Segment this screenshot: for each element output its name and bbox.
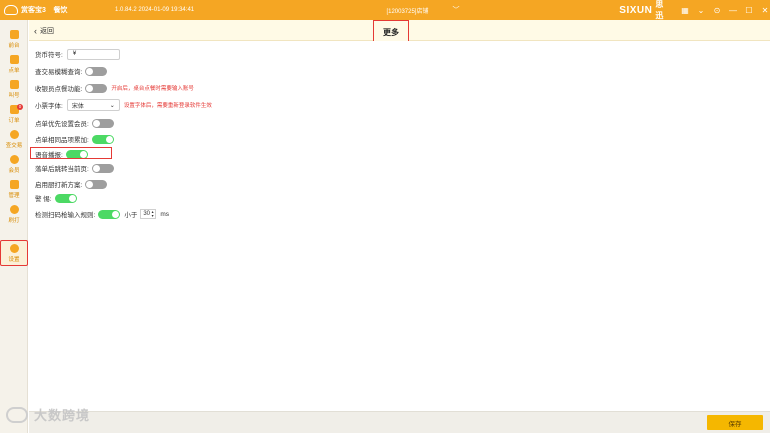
sidebar-item-label: 刷打 — [8, 217, 20, 224]
less-than-label: 小于 — [124, 212, 138, 219]
scan-rule-stepper[interactable]: 30 ▲ ▼ — [140, 209, 157, 219]
watermark-logo-icon — [6, 406, 28, 423]
brand-logo-cn: 思迅 — [655, 0, 664, 20]
app-logo: 赏客宝3 — [4, 5, 53, 15]
setting-label: 检测扫码枪输入规则: — [35, 212, 96, 219]
sidebar-item-orders[interactable]: 0 订单 — [0, 101, 28, 127]
setting-hint: 开启后，桌台点餐时需要输入账号 — [111, 86, 194, 92]
settings-panel: 货币符号: ¥ 查交易模糊查询: 收银员点餐功能: 开启后，桌台点餐时需要输入账… — [29, 41, 770, 411]
gear-icon — [9, 243, 19, 253]
grid-icon[interactable]: ▦ — [680, 6, 690, 15]
bell-icon — [9, 79, 19, 89]
chevron-down-icon[interactable]: ⌄ — [696, 6, 706, 15]
jump-after-order-toggle[interactable] — [91, 163, 114, 173]
chevron-down-icon: ﹀ — [452, 7, 460, 14]
setting-label: 落单后跳转当前页: — [35, 166, 89, 173]
sidebar-item-transactions[interactable]: 查交易 — [0, 126, 28, 152]
version-time: 1.0.84.2 2024-01-09 19:34:41 — [115, 7, 195, 13]
receipt-font-select[interactable]: 宋体 ⌄ — [66, 99, 120, 111]
setting-receipt-font: 小票字体: 宋体 ⌄ 设置字体后，需要重新登录软件生效 — [35, 99, 212, 111]
sidebar-item-manage[interactable]: 管理 — [0, 176, 28, 202]
setting-jump-after-order: 落单后跳转当前页: — [35, 162, 114, 174]
sidebar-item-label: 查交易 — [5, 142, 23, 149]
back-button[interactable]: ‹ 返回 — [34, 26, 54, 36]
kitchen-print-toggle[interactable] — [85, 179, 108, 189]
sidebar-item-print[interactable]: 刷打 — [0, 201, 28, 227]
calculator-icon — [9, 179, 19, 189]
window-controls: ▦ ⌄ ⊙ — ☐ ✕ — [680, 6, 770, 15]
setting-label: 点单相同品项累加: — [35, 137, 89, 144]
cashier-order-toggle[interactable] — [85, 83, 108, 93]
setting-scan-rule: 检测扫码枪输入规则: 小于 30 ▲ ▼ ms — [35, 208, 169, 220]
order-badge: 0 — [17, 104, 23, 110]
maximize-icon[interactable]: ☐ — [744, 6, 754, 15]
footer-bar: 保存 — [29, 411, 770, 433]
watermark-text: 大数跨境 — [34, 408, 91, 423]
chevron-left-icon: ‹ — [34, 25, 37, 36]
chevron-down-icon: ⌄ — [109, 102, 115, 109]
sidebar-item-label: 叫号 — [8, 92, 20, 99]
sidebar-item-label: 点单 — [8, 67, 20, 74]
lock-icon[interactable]: ⊙ — [712, 6, 722, 15]
sidebar-item-label: 设置 — [8, 256, 20, 263]
back-label: 返回 — [40, 28, 54, 35]
setting-kitchen-print: 启用厨打新方案: — [35, 178, 108, 190]
setting-label: 收银员点餐功能: — [35, 86, 83, 93]
setting-label: 小票字体: — [35, 103, 63, 110]
setting-warning: 警 惕: — [35, 192, 77, 204]
setting-fuzzy-query: 查交易模糊查询: — [35, 65, 108, 77]
spinner-arrows-icon[interactable]: ▲ ▼ — [151, 210, 154, 218]
scan-rule-toggle[interactable] — [98, 209, 121, 219]
sidebar-item-label: 前台 — [8, 42, 20, 49]
member-first-toggle[interactable] — [91, 118, 114, 128]
warning-toggle[interactable] — [54, 193, 77, 203]
sidebar-item-front[interactable]: 前台 — [0, 26, 28, 52]
clock-icon — [9, 204, 19, 214]
sidebar: 前台 点单 叫号 0 订单 查交易 会员 管理 刷打 设置 — [0, 20, 28, 433]
fuzzy-query-toggle[interactable] — [85, 66, 108, 76]
store-selector[interactable]: [12003725]店铺 ﹀ — [386, 5, 615, 15]
save-button[interactable]: 保存 — [707, 415, 763, 430]
sidebar-item-label: 订单 — [8, 117, 20, 124]
setting-label: 启用厨打新方案: — [35, 182, 83, 189]
setting-label: 查交易模糊查询: — [35, 69, 83, 76]
business-mode: 餐饮 — [53, 7, 68, 14]
brand-logo-en: SIXUN — [619, 4, 653, 16]
close-icon[interactable]: ✕ — [760, 6, 770, 15]
setting-currency: 货币符号: ¥ — [35, 48, 120, 60]
shop-icon — [9, 29, 19, 39]
search-icon — [9, 129, 19, 139]
sidebar-item-call[interactable]: 叫号 — [0, 76, 28, 102]
setting-label: 警 惕: — [35, 196, 52, 203]
sidebar-item-settings[interactable]: 设置 — [0, 240, 28, 266]
setting-member-first: 点单优先设置会员: — [35, 117, 114, 129]
sidebar-item-order[interactable]: 点单 — [0, 51, 28, 77]
minimize-icon[interactable]: — — [728, 6, 738, 15]
cloud-icon — [4, 5, 18, 15]
cart-icon — [9, 54, 19, 64]
setting-hint: 设置字体后，需要重新登录软件生效 — [123, 103, 212, 109]
stepper-value: 30 — [143, 211, 150, 217]
sidebar-item-member[interactable]: 会员 — [0, 151, 28, 177]
currency-input[interactable]: ¥ — [66, 48, 120, 60]
setting-merge-items: 点单相同品项累加: — [35, 133, 114, 145]
app-name: 赏客宝3 — [21, 7, 46, 14]
merge-items-toggle[interactable] — [91, 134, 114, 144]
store-name: [12003725]店铺 — [386, 8, 429, 15]
sidebar-item-label: 管理 — [8, 192, 20, 199]
setting-label: 点单优先设置会员: — [35, 121, 89, 128]
voice-broadcast-highlight — [30, 147, 112, 159]
unit-label: ms — [160, 210, 169, 218]
setting-cashier-order: 收银员点餐功能: 开启后，桌台点餐时需要输入账号 — [35, 82, 194, 94]
select-value: 宋体 — [71, 103, 84, 110]
setting-label: 货币符号: — [35, 52, 63, 59]
heart-icon — [9, 154, 19, 164]
page-header: ‹ 返回 更多 — [29, 20, 770, 44]
sidebar-item-label: 会员 — [8, 167, 20, 174]
title-bar: 赏客宝3 餐饮 1.0.84.2 2024-01-09 19:34:41 [12… — [0, 0, 770, 20]
watermark: 大数跨境 — [6, 405, 90, 424]
